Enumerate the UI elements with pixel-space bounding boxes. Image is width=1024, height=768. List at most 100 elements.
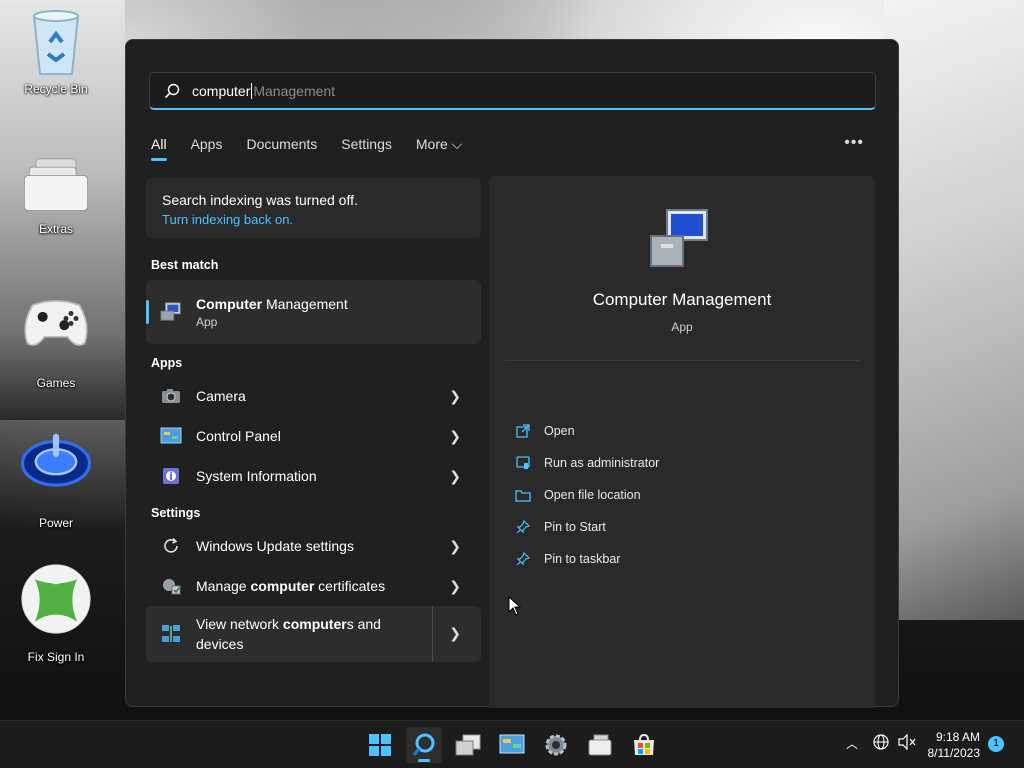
search-autocomplete-suggestion: Management [253, 82, 336, 99]
search-input[interactable]: computer Management [149, 72, 876, 110]
tab-more[interactable]: More ⌵ [416, 136, 462, 161]
folder-icon [21, 148, 91, 218]
desktop-icon-extras[interactable]: Extras [6, 148, 106, 236]
taskbar-store[interactable] [626, 727, 662, 763]
folder-open-icon [514, 486, 532, 504]
certificate-icon [160, 575, 182, 597]
result-label: Manage computer certificates [196, 578, 386, 594]
action-run-as-administrator[interactable]: Run as administrator [514, 454, 659, 472]
turn-indexing-on-link[interactable]: Turn indexing back on. [162, 212, 465, 227]
gear-icon [545, 734, 567, 756]
recycle-bin-icon [21, 8, 91, 78]
network-computers-icon [160, 623, 182, 645]
search-icon [164, 83, 180, 98]
result-system-information[interactable]: System Information ❯ [146, 456, 481, 496]
tab-documents[interactable]: Documents [246, 136, 317, 161]
chevron-right-icon[interactable]: ❯ [449, 388, 461, 405]
best-match-name: Computer Management [196, 295, 348, 312]
pin-icon [514, 550, 532, 568]
taskbar-file-explorer[interactable] [582, 727, 618, 763]
taskbar-search-button[interactable] [406, 727, 442, 763]
chevron-up-icon[interactable]: ︿ [846, 735, 858, 752]
result-label: View network computers and devices [196, 616, 381, 652]
result-control-panel[interactable]: Control Panel ❯ [146, 416, 481, 456]
best-match-type: App [196, 314, 218, 329]
gamepad-icon [21, 286, 91, 356]
task-view-icon [455, 734, 481, 756]
pin-icon [514, 518, 532, 536]
system-clock[interactable]: 9:18 AM 8/11/2023 [928, 729, 981, 761]
action-label: Open file location [544, 488, 641, 502]
selection-accent [146, 300, 149, 324]
shield-icon [514, 454, 532, 472]
chevron-right-icon[interactable]: ❯ [449, 578, 461, 595]
action-label: Open [544, 424, 575, 438]
folder-icon [588, 734, 612, 756]
desktop-icon-recycle-bin[interactable]: Recycle Bin [6, 8, 106, 96]
open-external-icon [514, 422, 532, 440]
more-options-icon[interactable]: ••• [844, 134, 864, 152]
search-filter-tabs: All Apps Documents Settings More ⌵ [151, 136, 486, 161]
details-pane: Computer Management App Open Run as admi… [489, 176, 875, 708]
result-label: Windows Update settings [196, 538, 354, 554]
globe-icon[interactable] [873, 734, 889, 753]
result-camera[interactable]: Camera ❯ [146, 376, 481, 416]
result-label: System Information [196, 468, 317, 484]
store-icon [634, 733, 654, 755]
control-panel-icon [499, 734, 525, 754]
indexing-notice: Search indexing was turned off. Turn ind… [146, 178, 481, 238]
result-windows-update-settings[interactable]: Windows Update settings ❯ [146, 526, 481, 566]
mouse-cursor-icon [508, 596, 522, 616]
desktop-icon-label: Power [38, 516, 73, 530]
action-label: Run as administrator [544, 456, 660, 470]
result-manage-computer-certificates[interactable]: Manage computer certificates ❯ [146, 566, 481, 606]
result-label: Camera [196, 388, 246, 404]
xbox-icon [21, 554, 91, 644]
desktop-icon-games[interactable]: Games [6, 286, 106, 390]
chevron-right-icon[interactable]: ❯ [449, 428, 461, 445]
windows-logo-icon [369, 734, 391, 756]
refresh-icon [160, 535, 182, 557]
text-caret [251, 82, 253, 99]
settings-heading: Settings [151, 506, 201, 520]
task-view-button[interactable] [450, 727, 486, 763]
action-pin-to-taskbar[interactable]: Pin to taskbar [514, 550, 620, 568]
action-open-file-location[interactable]: Open file location [514, 486, 641, 504]
taskbar: ︿ 9:18 AM 8/11/2023 1 [0, 720, 1024, 768]
chevron-right-icon[interactable]: ❯ [449, 538, 461, 555]
chevron-right-icon[interactable]: ❯ [449, 625, 461, 642]
speaker-muted-icon[interactable] [898, 733, 916, 753]
action-pin-to-start[interactable]: Pin to Start [514, 518, 606, 536]
clock-date: 8/11/2023 [927, 746, 981, 760]
detail-subtitle: App [671, 320, 693, 334]
tab-apps[interactable]: Apps [191, 136, 223, 161]
desktop-icon-label: Extras [38, 222, 73, 236]
desktop-icon-fix-sign-in[interactable]: Fix Sign In [6, 554, 106, 664]
desktop-icon-label: Recycle Bin [24, 82, 88, 96]
search-typed-text: computer [192, 82, 251, 99]
tab-all[interactable]: All [151, 136, 167, 161]
indexing-notice-text: Search indexing was turned off. [162, 192, 358, 208]
apps-heading: Apps [151, 356, 183, 370]
result-view-network-computers[interactable]: View network computers and devices ❯ [146, 606, 481, 662]
power-icon [21, 426, 91, 496]
computer-management-icon [160, 301, 182, 323]
camera-icon [160, 385, 182, 407]
notification-badge[interactable]: 1 [988, 736, 1004, 752]
search-icon [412, 733, 435, 757]
control-panel-icon [160, 425, 182, 447]
chevron-right-icon[interactable]: ❯ [449, 468, 461, 485]
action-open[interactable]: Open [514, 422, 575, 440]
result-label: Control Panel [196, 428, 281, 444]
desktop-icon-power[interactable]: Power [6, 426, 106, 530]
start-button[interactable] [362, 727, 398, 763]
action-label: Pin to taskbar [544, 552, 621, 566]
action-label: Pin to Start [544, 520, 606, 534]
detail-title: Computer Management [592, 290, 772, 309]
clock-time: 9:18 AM [935, 730, 980, 744]
taskbar-settings[interactable] [538, 727, 574, 763]
computer-management-large-icon [647, 206, 711, 275]
best-match-item[interactable]: Computer Management App [146, 280, 481, 344]
taskbar-control-panel[interactable] [494, 727, 530, 763]
tab-settings[interactable]: Settings [341, 136, 392, 161]
